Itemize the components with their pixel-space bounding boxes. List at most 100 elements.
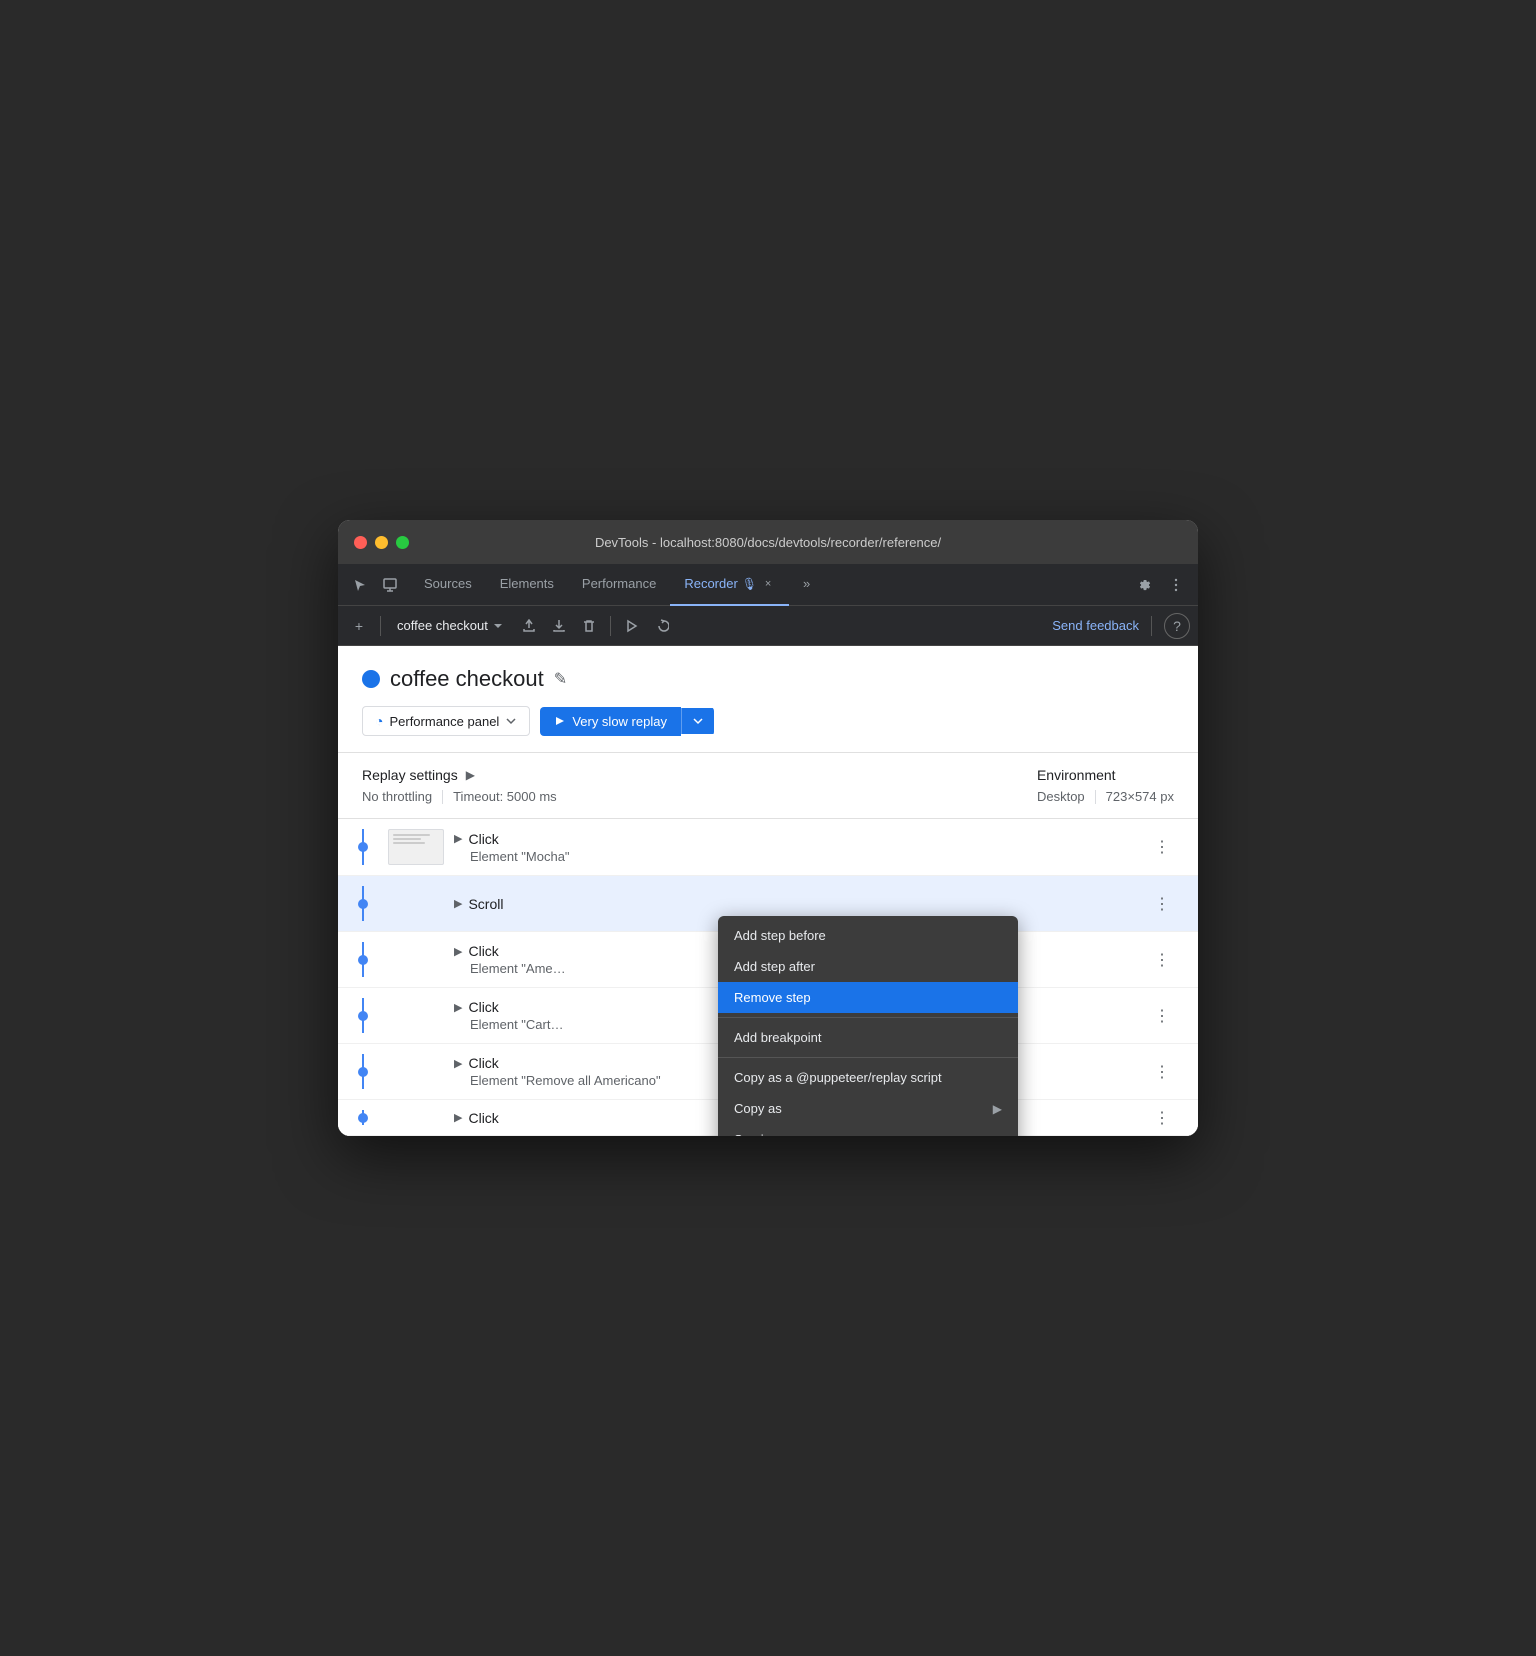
step-action-label: Click xyxy=(468,1055,498,1071)
env-size: 723×574 px xyxy=(1106,789,1174,804)
settings-two-col: Replay settings ▶ No throttling Timeout:… xyxy=(362,767,1174,804)
step-expand-arrow[interactable]: ▶ xyxy=(454,897,462,910)
step-action-label: Click xyxy=(468,943,498,959)
menu-item-add-after[interactable]: Add step after xyxy=(718,951,1018,982)
timeline-dot xyxy=(358,1113,368,1123)
menu-item-copy-puppeteer[interactable]: Copy as a @puppeteer/replay script xyxy=(718,1062,1018,1093)
settings-icon[interactable] xyxy=(1130,571,1158,599)
step-content: ▶ Click Element "Mocha" xyxy=(454,831,1142,864)
timeline-dot xyxy=(358,1067,368,1077)
menu-item-copy-as[interactable]: Copy as ▶ xyxy=(718,1093,1018,1124)
step-item: ▶ Click Element "Mocha" ⋮ xyxy=(338,819,1198,876)
replay-play-icon xyxy=(554,715,566,727)
menu-separator-1 xyxy=(718,1017,1018,1018)
step-menu-button[interactable]: ⋮ xyxy=(1150,1060,1174,1084)
performance-panel-button[interactable]: ◔ Performance panel xyxy=(362,706,530,736)
step-menu-button[interactable]: ⋮ xyxy=(1150,1106,1174,1130)
step-icon xyxy=(655,619,669,633)
step-menu-button[interactable]: ⋮ xyxy=(1150,948,1174,972)
import-button[interactable] xyxy=(546,613,572,639)
replay-dropdown-button[interactable] xyxy=(681,708,714,734)
step-expand-arrow[interactable]: ▶ xyxy=(454,1111,462,1124)
export-button[interactable] xyxy=(516,613,542,639)
maximize-traffic-light[interactable] xyxy=(396,536,409,549)
step-timeline-3 xyxy=(338,998,388,1033)
chevron-down-icon xyxy=(492,620,504,632)
step-action-label: Click xyxy=(468,1110,498,1126)
timeout-value: Timeout: 5000 ms xyxy=(453,789,557,804)
env-row-divider xyxy=(1095,790,1096,804)
submenu-arrow-services: ▶ xyxy=(993,1133,1002,1137)
recording-selector[interactable]: coffee checkout xyxy=(389,614,512,637)
context-menu: Add step before Add step after Remove st… xyxy=(718,916,1018,1136)
recording-status-dot xyxy=(362,670,380,688)
titlebar: DevTools - localhost:8080/docs/devtools/… xyxy=(338,520,1198,564)
more-icon[interactable] xyxy=(1162,571,1190,599)
timeline-dot xyxy=(358,1011,368,1021)
toolbar-divider-3 xyxy=(1151,616,1152,636)
play-icon xyxy=(625,619,639,633)
step-action-label: Scroll xyxy=(468,896,503,912)
step-expand-arrow[interactable]: ▶ xyxy=(454,945,462,958)
play-button[interactable] xyxy=(619,613,645,639)
step-menu-button[interactable]: ⋮ xyxy=(1150,835,1174,859)
step-content: ▶ Scroll xyxy=(454,896,1142,912)
recording-controls: ◔ Performance panel Very slow replay xyxy=(362,706,1174,736)
tabs-end-actions xyxy=(1130,571,1190,599)
delete-icon xyxy=(582,619,596,633)
step-item-scroll: ▶ Scroll ⋮ Add step before Add step afte… xyxy=(338,876,1198,932)
edit-title-icon[interactable]: ✎ xyxy=(554,669,567,689)
inspect-icon[interactable] xyxy=(376,571,404,599)
menu-item-remove[interactable]: Remove step xyxy=(718,982,1018,1013)
close-traffic-light[interactable] xyxy=(354,536,367,549)
step-detail-label: Element "Mocha" xyxy=(454,849,1142,864)
settings-section: Replay settings ▶ No throttling Timeout:… xyxy=(338,753,1198,819)
step-expand-arrow[interactable]: ▶ xyxy=(454,1057,462,1070)
replay-chevron-icon xyxy=(692,715,704,727)
toolbar-divider-1 xyxy=(380,616,381,636)
tab-elements[interactable]: Elements xyxy=(486,564,568,606)
new-recording-button[interactable]: + xyxy=(346,613,372,639)
cursor-icon[interactable] xyxy=(346,571,374,599)
toolbar-divider-2 xyxy=(610,616,611,636)
step-expand-arrow[interactable]: ▶ xyxy=(454,1001,462,1014)
step-menu-button[interactable]: ⋮ xyxy=(1150,1004,1174,1028)
tab-recorder-close[interactable]: × xyxy=(761,577,775,591)
menu-item-add-before[interactable]: Add step before xyxy=(718,920,1018,951)
settings-values-row: No throttling Timeout: 5000 ms xyxy=(362,789,557,804)
perf-dropdown-icon xyxy=(505,715,517,727)
step-over-button[interactable] xyxy=(649,613,675,639)
settings-header: Replay settings ▶ xyxy=(362,767,557,783)
tab-sources[interactable]: Sources xyxy=(410,564,486,606)
step-action-row: ▶ Scroll xyxy=(454,896,1142,912)
minimize-traffic-light[interactable] xyxy=(375,536,388,549)
environment-values-row: Desktop 723×574 px xyxy=(1037,789,1174,804)
tab-performance[interactable]: Performance xyxy=(568,564,670,606)
tab-more[interactable]: » xyxy=(789,564,824,606)
export-icon xyxy=(522,619,536,633)
menu-item-services[interactable]: Services ▶ xyxy=(718,1124,1018,1136)
devtools-tabs-bar: Sources Elements Performance Recorder 🎙 … xyxy=(338,564,1198,606)
tab-recorder[interactable]: Recorder 🎙 × xyxy=(670,564,789,606)
replay-settings-group: Replay settings ▶ No throttling Timeout:… xyxy=(362,767,557,804)
send-feedback-link[interactable]: Send feedback xyxy=(1052,618,1139,633)
replay-settings-title: Replay settings xyxy=(362,767,458,783)
step-thumbnail xyxy=(388,829,444,865)
recording-title-row: coffee checkout ✎ xyxy=(362,666,1174,692)
menu-item-add-breakpoint[interactable]: Add breakpoint xyxy=(718,1022,1018,1053)
step-expand-arrow[interactable]: ▶ xyxy=(454,832,462,845)
step-timeline-5 xyxy=(338,1110,388,1125)
settings-row-divider xyxy=(442,790,443,804)
environment-group: Environment Desktop 723×574 px xyxy=(1037,767,1174,804)
help-button[interactable]: ? xyxy=(1164,613,1190,639)
delete-button[interactable] xyxy=(576,613,602,639)
step-menu-button[interactable]: ⋮ xyxy=(1150,892,1174,916)
settings-expand-arrow[interactable]: ▶ xyxy=(466,768,475,782)
recorder-toolbar: + coffee checkout xyxy=(338,606,1198,646)
tabs-list: Sources Elements Performance Recorder 🎙 … xyxy=(410,564,1128,606)
replay-main-button[interactable]: Very slow replay xyxy=(540,707,681,736)
step-timeline-0 xyxy=(338,829,388,865)
recording-header: coffee checkout ✎ ◔ Performance panel xyxy=(338,646,1198,753)
timeline-dot xyxy=(358,842,368,852)
environment-title: Environment xyxy=(1037,767,1174,783)
